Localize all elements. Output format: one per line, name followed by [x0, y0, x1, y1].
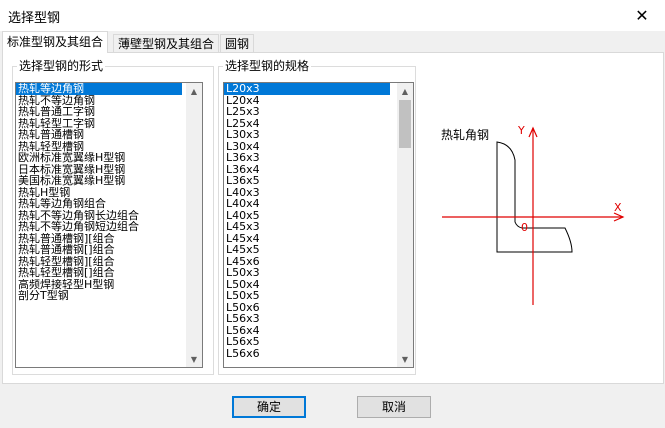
scroll-up-arrow-icon[interactable]: ▲: [397, 83, 413, 99]
centroid-origin-label: 0: [521, 221, 528, 234]
list-item[interactable]: L50x6: [224, 302, 390, 314]
tab-round-steel[interactable]: 圆钢: [220, 34, 255, 53]
form-listbox[interactable]: 热轧等边角钢 热轧不等边角钢 热轧普通工字钢 热轧轻型工字钢 热轧普通槽钢 热轧轻型槽钢欧…: [15, 82, 203, 368]
form-list-scrollbar[interactable]: ▲ ▼: [186, 83, 202, 367]
list-item[interactable]: L20x3: [224, 83, 390, 95]
list-item[interactable]: L56x6: [224, 348, 390, 360]
list-item[interactable]: 热轧H型钢: [16, 187, 182, 199]
list-item[interactable]: 日本标准宽翼缘H型钢: [16, 164, 182, 176]
list-item[interactable]: 热轧普通槽钢][组合: [16, 233, 182, 245]
spec-group-label: 选择型钢的规格: [223, 59, 312, 73]
list-item[interactable]: 热轧轻型槽钢][组合: [16, 256, 182, 268]
list-item[interactable]: 热轧轻型工字钢: [16, 118, 182, 130]
list-item[interactable]: L50x3: [224, 267, 390, 279]
list-item[interactable]: L56x4: [224, 325, 390, 337]
list-item[interactable]: 热轧普通工字钢: [16, 106, 182, 118]
list-item[interactable]: L45x6: [224, 256, 390, 268]
spec-list-scrollbar[interactable]: ▲ ▼: [397, 83, 413, 367]
list-item[interactable]: L20x4: [224, 95, 390, 107]
list-item[interactable]: L30x4: [224, 141, 390, 153]
list-item[interactable]: L56x3: [224, 313, 390, 325]
list-item[interactable]: 热轧普通槽钢[]组合: [16, 244, 182, 256]
list-item[interactable]: L50x5: [224, 290, 390, 302]
list-item[interactable]: L25x3: [224, 106, 390, 118]
list-item[interactable]: 热轧不等边角钢: [16, 95, 182, 107]
list-item[interactable]: L45x4: [224, 233, 390, 245]
close-icon[interactable]: ✕: [619, 0, 665, 31]
form-groupbox: 选择型钢的形式 热轧等边角钢 热轧不等边角钢 热轧普通工字钢 热轧轻型工字钢 热轧普通槽…: [12, 59, 214, 375]
list-item[interactable]: L36x5: [224, 175, 390, 187]
tab-standard-sections[interactable]: 标准型钢及其组合: [2, 31, 109, 53]
list-item[interactable]: L36x4: [224, 164, 390, 176]
x-axis-label: X: [614, 201, 622, 214]
list-item[interactable]: L36x3: [224, 152, 390, 164]
spec-groupbox: 选择型钢的规格 L20x3 L20x4 L25x3 L25x4 L30x3 L30x4 L3…: [218, 59, 416, 375]
list-item[interactable]: 高频焊接轻型H型钢: [16, 279, 182, 291]
list-item[interactable]: L56x5: [224, 336, 390, 348]
window-title: 选择型钢: [8, 11, 61, 26]
scroll-thumb[interactable]: [399, 100, 411, 148]
list-item[interactable]: 热轧不等边角钢长边组合: [16, 210, 182, 222]
section-type-label: 热轧角钢: [441, 128, 489, 142]
scroll-down-arrow-icon[interactable]: ▼: [186, 351, 202, 367]
list-item[interactable]: L25x4: [224, 118, 390, 130]
list-item[interactable]: 热轧普通槽钢: [16, 129, 182, 141]
cancel-button[interactable]: 取消: [357, 396, 431, 418]
form-group-label: 选择型钢的形式: [17, 59, 106, 73]
tab-strip: 标准型钢及其组合 薄壁型钢及其组合 圆钢: [0, 31, 665, 53]
list-item[interactable]: L40x4: [224, 198, 390, 210]
list-item[interactable]: 美国标准宽翼缘H型钢: [16, 175, 182, 187]
list-item[interactable]: L40x3: [224, 187, 390, 199]
spec-listbox[interactable]: L20x3 L20x4 L25x3 L25x4 L30x3 L30x4 L36x3 L36x4…: [223, 82, 414, 368]
list-item[interactable]: 欧洲标准宽翼缘H型钢: [16, 152, 182, 164]
title-bar: 选择型钢 ✕: [0, 0, 665, 31]
y-axis-label: Y: [517, 124, 525, 137]
list-item[interactable]: L40x5: [224, 210, 390, 222]
list-item[interactable]: L50x4: [224, 279, 390, 291]
list-item[interactable]: L45x3: [224, 221, 390, 233]
list-item[interactable]: 热轧等边角钢组合: [16, 198, 182, 210]
section-preview: 热轧角钢 Y X 0: [441, 124, 625, 305]
angle-section-outline: [496, 141, 573, 253]
tab-thin-wall-sections[interactable]: 薄壁型钢及其组合: [113, 34, 220, 53]
list-item[interactable]: 热轧等边角钢: [16, 83, 182, 95]
list-item[interactable]: L30x3: [224, 129, 390, 141]
list-item[interactable]: L45x5: [224, 244, 390, 256]
ok-button[interactable]: 确定: [232, 396, 306, 418]
list-item[interactable]: 剖分T型钢: [16, 290, 182, 302]
list-item[interactable]: 热轧不等边角钢短边组合: [16, 221, 182, 233]
scroll-down-arrow-icon[interactable]: ▼: [397, 351, 413, 367]
list-item[interactable]: 热轧轻型槽钢[]组合: [16, 267, 182, 279]
scroll-up-arrow-icon[interactable]: ▲: [186, 83, 202, 99]
list-item[interactable]: 热轧轻型槽钢: [16, 141, 182, 153]
